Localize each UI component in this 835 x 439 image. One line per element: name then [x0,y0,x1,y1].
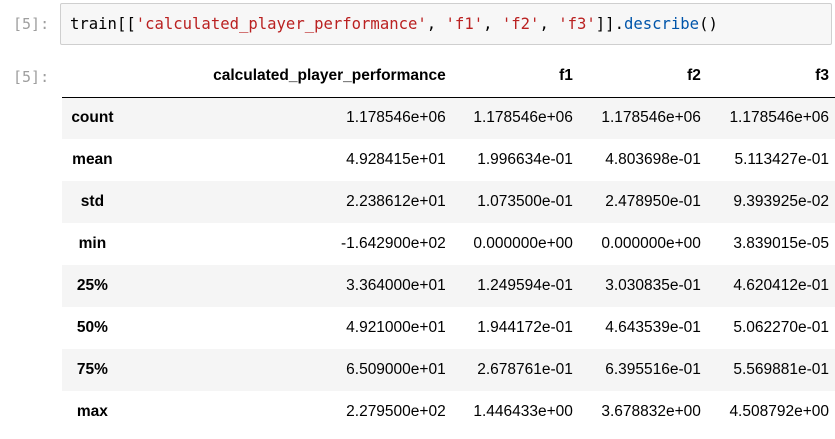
table-cell: 0.000000e+00 [473,235,573,252]
table-cell: 1.446433e+00 [473,403,573,420]
table-cell: 6.395516e-01 [605,361,701,378]
row-index: 25% [76,277,108,294]
table-cell: 5.569881e-01 [733,361,829,378]
table-row: mean 4.928415e+01 1.996634e-01 4.803698e… [62,139,835,181]
code-editor[interactable]: train[['calculated_player_performance', … [60,3,832,45]
table-cell: 2.678761e-01 [477,361,573,378]
output-prompt: [5]: [13,68,50,86]
code-token-variable: train[[ [70,15,136,33]
code-line: train[['calculated_player_performance', … [70,14,718,34]
table-cell: 2.279500e+02 [346,403,446,420]
table-row: 50% 4.921000e+01 1.944172e-01 4.643539e-… [62,307,835,349]
table-cell: 4.643539e-01 [605,319,701,336]
table-row: 75% 6.509000e+01 2.678761e-01 6.395516e-… [62,349,835,391]
code-token-punctuation: () [699,15,718,33]
code-token-punctuation: , [426,15,446,33]
table-cell: 1.944172e-01 [477,319,573,336]
table-cell: 0.000000e+00 [601,235,701,252]
table-row: count 1.178546e+06 1.178546e+06 1.178546… [62,97,835,139]
table-cell: 1.178546e+06 [473,109,573,127]
table-cell: 1.178546e+06 [346,109,446,127]
table-cell: 2.478950e-01 [605,193,701,210]
table-cell: 3.839015e-05 [733,235,829,252]
dataframe-table: calculated_player_performance f1 f2 f3 c… [62,55,835,433]
row-index: max [76,403,108,420]
table-cell: 4.921000e+01 [346,319,446,336]
column-header: calculated_player_performance [213,66,446,84]
table-cell: 9.393925e-02 [733,193,829,210]
table-cell: 4.620412e-01 [733,277,829,294]
index-header [62,55,123,97]
code-token-string: 'f3' [558,15,596,33]
table-body: count 1.178546e+06 1.178546e+06 1.178546… [62,97,835,433]
row-index: mean [72,151,113,168]
code-token-punctuation: , [483,15,502,33]
input-prompt: [5]: [13,15,50,33]
table-cell: -1.642900e+02 [340,235,446,252]
table-row: 25% 3.364000e+01 1.249594e-01 3.030835e-… [62,265,835,307]
table-cell: 1.996634e-01 [477,151,573,168]
table-row: std 2.238612e+01 1.073500e-01 2.478950e-… [62,181,835,223]
table-cell: 1.073500e-01 [477,193,573,210]
table-cell: 5.113427e-01 [734,151,829,168]
row-index: count [71,109,114,127]
table-cell: 3.678832e+00 [601,403,701,420]
table-row: min -1.642900e+02 0.000000e+00 0.000000e… [62,223,835,265]
code-token-punctuation: , [539,15,559,33]
table-row: max 2.279500e+02 1.446433e+00 3.678832e+… [62,391,835,433]
table-cell: 4.803698e-01 [605,151,701,168]
code-token-method: describe [623,15,700,33]
column-header: f3 [815,66,829,84]
code-token-string: 'calculated_player_performance' [135,15,427,33]
row-index: std [80,193,105,210]
table-cell: 4.928415e+01 [346,151,446,168]
code-token-string: 'f1' [445,15,484,33]
table-cell: 1.249594e-01 [477,277,573,294]
table-cell: 1.178546e+06 [729,109,829,127]
code-token-string: 'f2' [501,15,540,33]
table-cell: 3.364000e+01 [346,277,446,294]
table-cell: 6.509000e+01 [346,361,446,378]
table-cell: 1.178546e+06 [601,109,701,127]
code-token-punctuation: ]]. [595,15,624,33]
table-header: calculated_player_performance f1 f2 f3 [62,55,835,97]
row-index: 50% [76,319,108,336]
header-row: calculated_player_performance f1 f2 f3 [62,55,835,97]
row-index: min [78,235,107,252]
column-header: f2 [687,66,701,84]
row-index: 75% [76,361,108,378]
table-cell: 3.030835e-01 [605,277,701,294]
table-cell: 5.062270e-01 [733,319,829,336]
table-cell: 4.508792e+00 [729,403,829,420]
table-cell: 2.238612e+01 [346,193,446,210]
column-header: f1 [559,66,573,84]
